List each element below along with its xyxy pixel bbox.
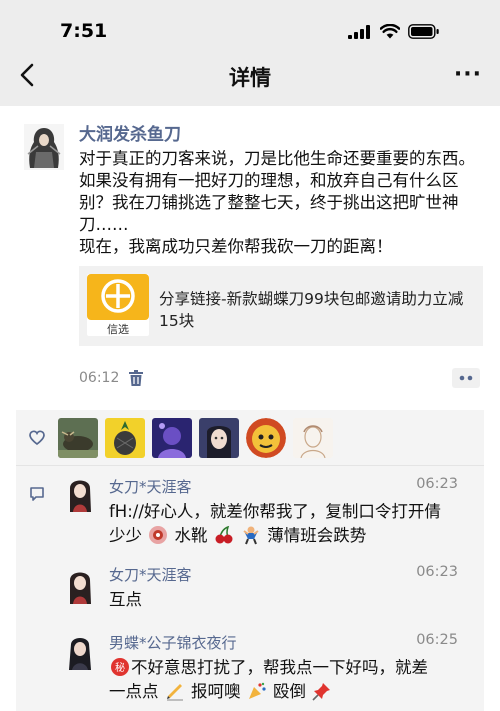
comment-segment: 水靴 <box>174 526 208 545</box>
comment-segment: 殴倒 <box>273 682 306 701</box>
comment-segment: 报呵噢 <box>191 682 241 701</box>
post-body: 对于真正的刀客来说，刀是比他生命还要重要的东西。 如果没有拥有一把好刀的理想，和… <box>79 148 489 258</box>
top-bar: 7:51 详情 ··· <box>0 0 500 106</box>
svg-text:秘: 秘 <box>115 661 125 674</box>
share-app-icon: 信选 <box>87 274 149 336</box>
pushpin-emoji-icon <box>312 683 331 701</box>
comment-text: fH://好心人，就差你帮我了，复制口令打开倩 少少 水靴 薄情班会跌势 <box>109 500 469 548</box>
wifi-icon <box>380 24 400 39</box>
comment-item: 女刀*天涯客 06:23 互点 <box>16 564 484 630</box>
anime-avatar[interactable] <box>199 418 239 458</box>
purple-avatar[interactable] <box>152 418 192 458</box>
commenter-avatar[interactable] <box>64 476 96 512</box>
commenter-name[interactable]: 男蝶*公子锦衣夜行 <box>109 632 237 653</box>
comment-item: 男蝶*公子锦衣夜行 06:25 秘 不好意思打扰了，帮我点一下好吗，就差 一点点… <box>16 632 484 711</box>
comment-segment: 少少 <box>109 526 142 545</box>
comment-like-menu-button[interactable] <box>452 368 480 388</box>
comment-line: 少少 水靴 薄情班会跌势 <box>109 524 469 548</box>
trash-icon[interactable] <box>127 369 145 387</box>
comment-segment: 不好意思打扰了，帮我点一下好吗，就差 <box>131 658 428 677</box>
comment-line: 秘 不好意思打扰了，帮我点一下好吗，就差 <box>109 656 469 680</box>
share-link-text: 分享链接-新款蝴蝶刀99块包邮邀请助力立减15块 <box>159 290 464 330</box>
share-app-label: 信选 <box>107 323 129 336</box>
comment-text: 互点 <box>109 588 469 612</box>
comment-time: 06:23 <box>416 564 458 580</box>
heart-icon <box>29 430 45 446</box>
commenter-name[interactable]: 女刀*天涯客 <box>109 564 192 585</box>
dancer-emoji-icon <box>243 526 259 545</box>
share-link-card[interactable]: 信选 分享链接-新款蝴蝶刀99块包邮邀请助力立减15块 <box>79 266 483 346</box>
post-line: 别？我在刀铺挑选了整整七天，终于挑出这把旷世神 <box>79 193 459 212</box>
comment-segment: 薄情班会跌势 <box>267 526 367 545</box>
writing-hand-emoji-icon <box>166 684 183 701</box>
signal-icon <box>348 24 370 39</box>
flower-emoji-icon <box>149 526 168 544</box>
secret-badge-emoji-icon: 秘 <box>111 658 129 676</box>
sketch-avatar[interactable] <box>293 418 333 458</box>
bull-avatar[interactable] <box>58 418 98 458</box>
status-time: 7:51 <box>60 20 108 42</box>
likes-and-comments-panel: 女刀*天涯客 06:23 fH://好心人，就差你帮我了，复制口令打开倩 少少 … <box>16 410 484 711</box>
author-avatar[interactable] <box>24 124 64 170</box>
commenter-name[interactable]: 女刀*天涯客 <box>109 476 192 497</box>
battery-icon <box>408 24 439 39</box>
more-options-button[interactable]: ··· <box>454 62 482 87</box>
comment-line: 互点 <box>109 590 142 609</box>
cartoon-face-avatar[interactable] <box>246 418 286 458</box>
post-line: 刀…… <box>79 215 129 234</box>
commenter-avatar[interactable] <box>64 634 96 670</box>
comment-bubble-icon <box>30 487 44 501</box>
page-title: 详情 <box>229 66 271 90</box>
pineapple-avatar[interactable] <box>105 418 145 458</box>
likes-row <box>16 410 484 466</box>
cherries-emoji-icon <box>215 525 233 544</box>
comment-line: fH://好心人，就差你帮我了，复制口令打开倩 <box>109 502 441 521</box>
comment-item: 女刀*天涯客 06:23 fH://好心人，就差你帮我了，复制口令打开倩 少少 … <box>16 476 484 562</box>
comment-line: 一点点 报呵噢 殴倒 <box>109 680 469 704</box>
status-icons <box>348 24 440 39</box>
comment-time: 06:25 <box>416 632 458 648</box>
post-timestamp: 06:12 <box>79 370 120 386</box>
post-line: 如果没有拥有一把好刀的理想，和放弃自己有什么区 <box>79 171 459 190</box>
post-line: 现在，我离成功只差你帮我砍一刀的距离！ <box>79 237 393 256</box>
post-line: 对于真正的刀客来说，刀是比他生命还要重要的东西。 <box>79 149 475 168</box>
post-author-name[interactable]: 大润发杀鱼刀 <box>79 120 181 145</box>
party-popper-emoji-icon <box>248 682 266 699</box>
comment-segment: 一点点 <box>109 682 159 701</box>
commenter-avatar[interactable] <box>64 568 96 604</box>
comment-text: 秘 不好意思打扰了，帮我点一下好吗，就差 一点点 报呵噢 殴倒 <box>109 656 469 704</box>
comment-time: 06:23 <box>416 476 458 492</box>
